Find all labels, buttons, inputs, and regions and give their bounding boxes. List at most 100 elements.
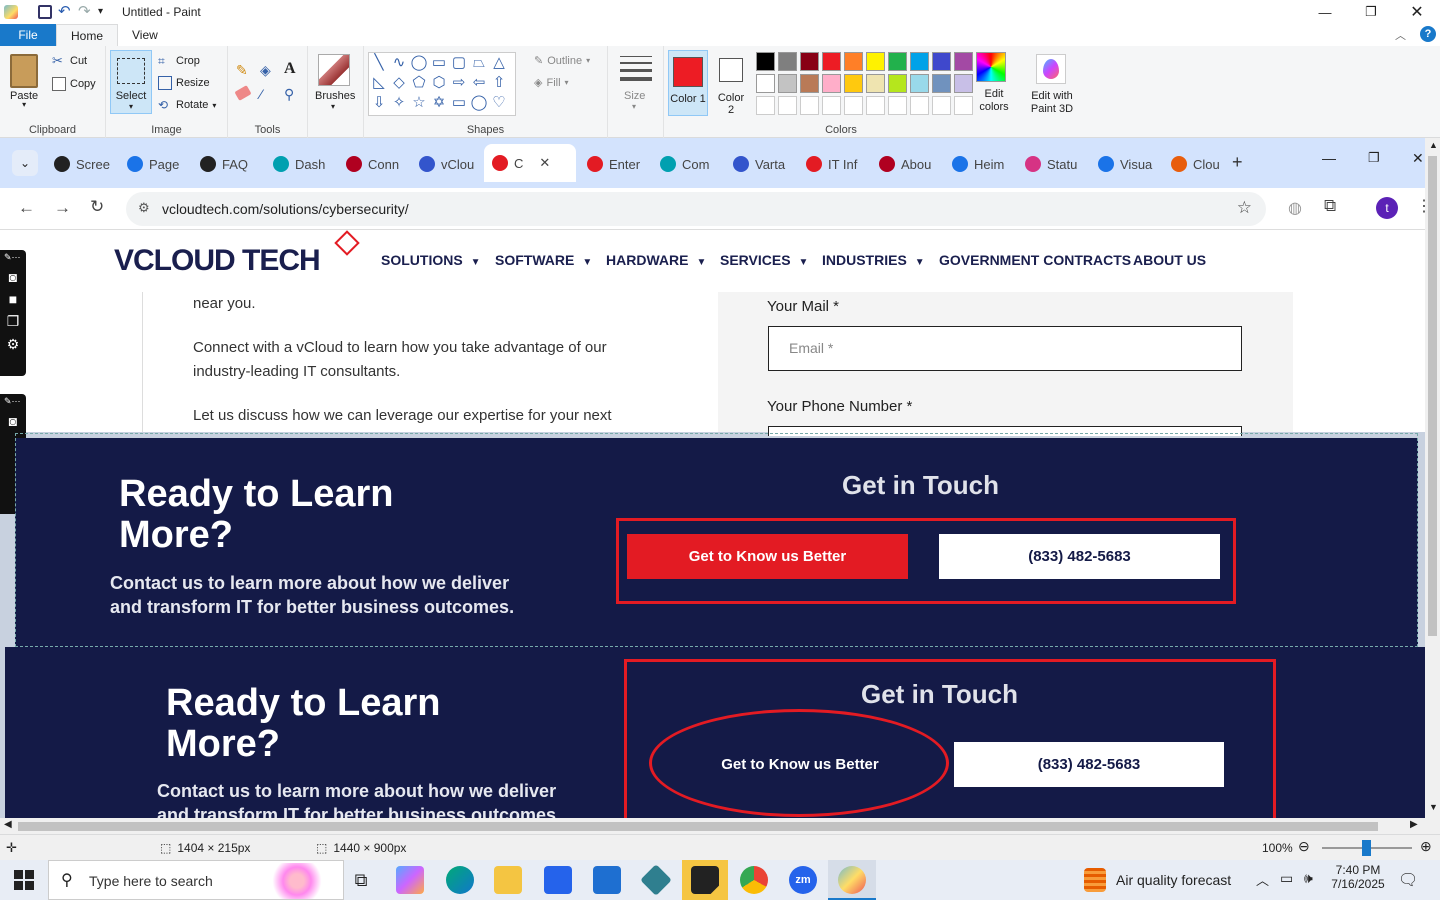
browser-tab[interactable]: IT Inf: [798, 148, 865, 180]
zoom-slider-thumb[interactable]: [1362, 840, 1371, 856]
volume-icon[interactable]: 🕪: [1304, 870, 1313, 887]
palette-swatch[interactable]: [756, 96, 775, 115]
palette-swatch[interactable]: [822, 52, 841, 71]
customize-quick-access-icon[interactable]: ▾: [98, 5, 112, 19]
browser-tab[interactable]: Abou: [871, 148, 938, 180]
zoom-out-icon[interactable]: ⊖: [1298, 838, 1310, 855]
nav-item[interactable]: ABOUT US: [1133, 252, 1206, 268]
profile-avatar[interactable]: t: [1376, 197, 1398, 219]
store-icon[interactable]: [544, 866, 572, 894]
nav-item[interactable]: SOLUTIONS ▼: [381, 252, 481, 268]
palette-swatch[interactable]: [800, 96, 819, 115]
paint-taskbar-item[interactable]: [828, 860, 876, 900]
browser-tab[interactable]: Page: [119, 148, 186, 180]
oval-shape-icon[interactable]: ◯: [409, 53, 429, 73]
toolbar-grip-icon[interactable]: ✎⋯: [0, 250, 26, 265]
get-to-know-us-button[interactable]: Get to Know us Better: [627, 534, 908, 579]
chrome-icon[interactable]: [740, 866, 768, 894]
palette-swatch[interactable]: [844, 52, 863, 71]
palette-swatch[interactable]: [844, 96, 863, 115]
settings-gear-icon[interactable]: ⚙: [0, 336, 26, 353]
browser-tab[interactable]: FAQ: [192, 148, 259, 180]
redo-icon[interactable]: ↷: [78, 4, 92, 19]
palette-swatch[interactable]: [756, 52, 775, 71]
browser-tab[interactable]: Scree: [46, 148, 113, 180]
select-button[interactable]: Select ▾: [110, 50, 152, 114]
palette-swatch[interactable]: [910, 74, 929, 93]
palette-swatch[interactable]: [800, 74, 819, 93]
nav-item[interactable]: HARDWARE ▼: [606, 252, 706, 268]
site-logo[interactable]: VCLOUD TECH: [114, 244, 321, 278]
browser-tab[interactable]: Enter: [579, 148, 646, 180]
palette-swatch[interactable]: [778, 96, 797, 115]
clock[interactable]: 7:40 PM 7/16/2025: [1330, 863, 1386, 891]
file-explorer-icon[interactable]: [494, 866, 522, 894]
browser-tab[interactable]: Visua: [1090, 148, 1157, 180]
phone-field[interactable]: [768, 426, 1242, 436]
cut-button[interactable]: ✂ Cut: [52, 54, 87, 68]
browser-tab[interactable]: Conn: [338, 148, 405, 180]
palette-swatch[interactable]: [888, 96, 907, 115]
pentagon-shape-icon[interactable]: ⬠: [409, 73, 429, 93]
hexagon-shape-icon[interactable]: ⬡: [429, 73, 449, 93]
browser-tab[interactable]: Statu: [1017, 148, 1084, 180]
help-icon[interactable]: ?: [1420, 26, 1436, 42]
four-point-star-shape-icon[interactable]: ✧: [389, 93, 409, 113]
palette-swatch[interactable]: [888, 74, 907, 93]
palette-swatch[interactable]: [932, 96, 951, 115]
size-group[interactable]: Size ▾: [608, 46, 664, 138]
network-icon[interactable]: ▭: [1280, 870, 1293, 887]
browser-tab[interactable]: Clou: [1163, 148, 1230, 180]
line-shape-icon[interactable]: ╲: [369, 53, 389, 73]
palette-swatch[interactable]: [866, 52, 885, 71]
window-icon[interactable]: ❐: [0, 313, 26, 330]
brushes-group[interactable]: Brushes ▾: [308, 46, 364, 138]
rounded-rectangle-shape-icon[interactable]: ▢: [449, 53, 469, 73]
tab-search-button[interactable]: ⌄: [12, 150, 38, 176]
nav-item[interactable]: GOVERNMENT CONTRACTS: [939, 252, 1131, 268]
callout-rect-shape-icon[interactable]: ▭: [449, 93, 469, 113]
triangle-shape-icon[interactable]: △: [489, 53, 509, 73]
video-icon[interactable]: ■: [0, 291, 26, 307]
close-tab-icon[interactable]: ✕: [539, 155, 550, 171]
palette-swatch[interactable]: [954, 96, 973, 115]
palette-swatch[interactable]: [932, 52, 951, 71]
polygon-shape-icon[interactable]: ⏢: [469, 53, 489, 73]
scroll-left-icon[interactable]: ◀: [4, 819, 12, 830]
taskbar-search-box[interactable]: ⚲ Type here to search: [48, 860, 344, 900]
back-icon[interactable]: ←: [18, 198, 35, 218]
phone-button[interactable]: (833) 482-5683: [954, 742, 1224, 787]
copy-button[interactable]: Copy: [52, 77, 96, 91]
outline-button[interactable]: ✎ Outline ▾: [534, 54, 590, 68]
save-icon[interactable]: [38, 5, 52, 19]
rectangle-shape-icon[interactable]: ▭: [429, 53, 449, 73]
file-menu[interactable]: File: [0, 24, 56, 46]
five-point-star-shape-icon[interactable]: ☆: [409, 93, 429, 113]
up-arrow-shape-icon[interactable]: ⇧: [489, 73, 509, 93]
rotate-button[interactable]: ⟲ Rotate ▾: [158, 98, 216, 112]
copilot-icon[interactable]: [396, 866, 424, 894]
new-tab-button[interactable]: +: [1232, 152, 1243, 173]
palette-swatch[interactable]: [866, 74, 885, 93]
mail-icon[interactable]: [593, 866, 621, 894]
task-view-icon[interactable]: ⧉: [347, 866, 375, 894]
palette-swatch[interactable]: [756, 74, 775, 93]
heart-shape-icon[interactable]: ♡: [489, 93, 509, 113]
nav-item[interactable]: INDUSTRIES ▼: [822, 252, 925, 268]
phone-button[interactable]: (833) 482-5683: [939, 534, 1220, 579]
down-arrow-shape-icon[interactable]: ⇩: [369, 93, 389, 113]
cta-band-selected[interactable]: Ready to Learn More? Contact us to learn…: [15, 438, 1418, 647]
browser-minimize-button[interactable]: —: [1322, 150, 1336, 166]
palette-swatch[interactable]: [932, 74, 951, 93]
maximize-button[interactable]: ❐: [1348, 0, 1394, 24]
browser-tab[interactable]: Varta: [725, 148, 792, 180]
browser-close-button[interactable]: ✕: [1412, 150, 1424, 167]
fill-button[interactable]: ◈ Fill ▾: [534, 76, 569, 90]
left-arrow-shape-icon[interactable]: ⇦: [469, 73, 489, 93]
scroll-up-icon[interactable]: ▲: [1429, 140, 1438, 150]
horizontal-scrollbar[interactable]: ◀ ▶: [0, 818, 1440, 834]
sticky-notes-taskbar-item[interactable]: [682, 860, 728, 900]
palette-swatch[interactable]: [910, 52, 929, 71]
right-arrow-shape-icon[interactable]: ⇨: [449, 73, 469, 93]
paste-button[interactable]: Paste ▾: [10, 54, 38, 109]
